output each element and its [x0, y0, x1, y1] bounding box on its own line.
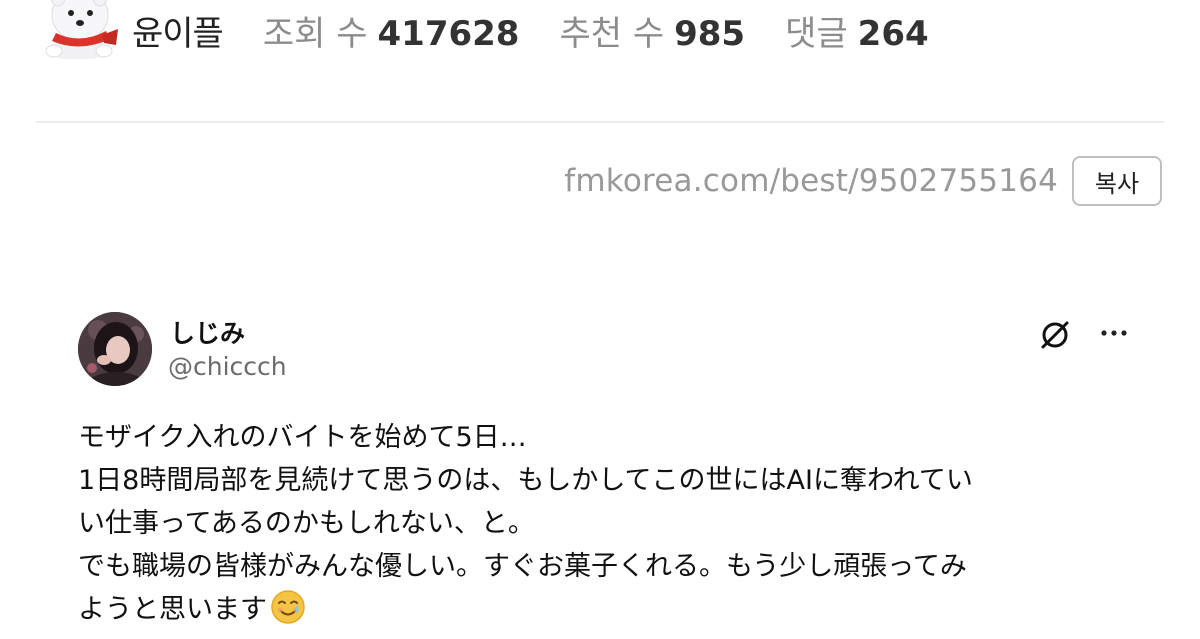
- tweet-line: モザイク入れのバイトを始めて5日…: [78, 422, 527, 453]
- tweet-header: しじみ @chiccch: [78, 312, 1140, 392]
- tweet-line: い仕事ってあるのかもしれない、と。: [78, 508, 535, 539]
- smiling-face-with-tear-icon: [269, 588, 307, 626]
- tweet-line: ようと思います: [78, 594, 267, 625]
- tweet-display-name[interactable]: しじみ: [170, 314, 245, 350]
- share-url-row: fmkorea.com/best/9502755164 복사: [564, 156, 1162, 206]
- tweet-line: でも職場の皆様がみんな優しい。すぐお菓子くれる。もう少し頑張ってみ: [78, 551, 967, 582]
- tweet-text: モザイク入れのバイトを始めて5日… 1日8時間局部を見続けて思うのは、もしかして…: [78, 416, 1148, 631]
- author-nickname[interactable]: 윤이플: [132, 6, 224, 55]
- header-divider: [36, 121, 1164, 123]
- views-stat: 조회 수 417628: [263, 6, 520, 55]
- grok-icon[interactable]: [1038, 318, 1072, 352]
- more-options-icon[interactable]: [1096, 316, 1132, 350]
- comments-count: 264: [857, 13, 929, 54]
- comments-stat: 댓글 264: [785, 6, 929, 55]
- post-url[interactable]: fmkorea.com/best/9502755164: [564, 163, 1058, 199]
- views-count: 417628: [377, 13, 520, 54]
- recommend-stat: 추천 수 985: [559, 6, 745, 55]
- comments-label: 댓글: [785, 13, 848, 54]
- recommend-count: 985: [674, 13, 746, 54]
- tweet-line-last: ようと思います: [78, 588, 1148, 631]
- copy-url-button[interactable]: 복사: [1072, 156, 1162, 206]
- author-avatar-dog-icon[interactable]: [40, 0, 124, 61]
- views-label: 조회 수: [262, 13, 368, 54]
- recommend-label: 추천 수: [559, 13, 665, 54]
- tweet-line: 1日8時間局部を見続けて思うのは、もしかしてこの世にはAIに奪われてい: [78, 465, 973, 496]
- tweet-author-avatar[interactable]: [78, 312, 152, 386]
- post-stats-bar: 윤이플 조회 수 417628 추천 수 985 댓글 264: [40, 0, 969, 61]
- tweet-handle[interactable]: @chiccch: [168, 352, 287, 381]
